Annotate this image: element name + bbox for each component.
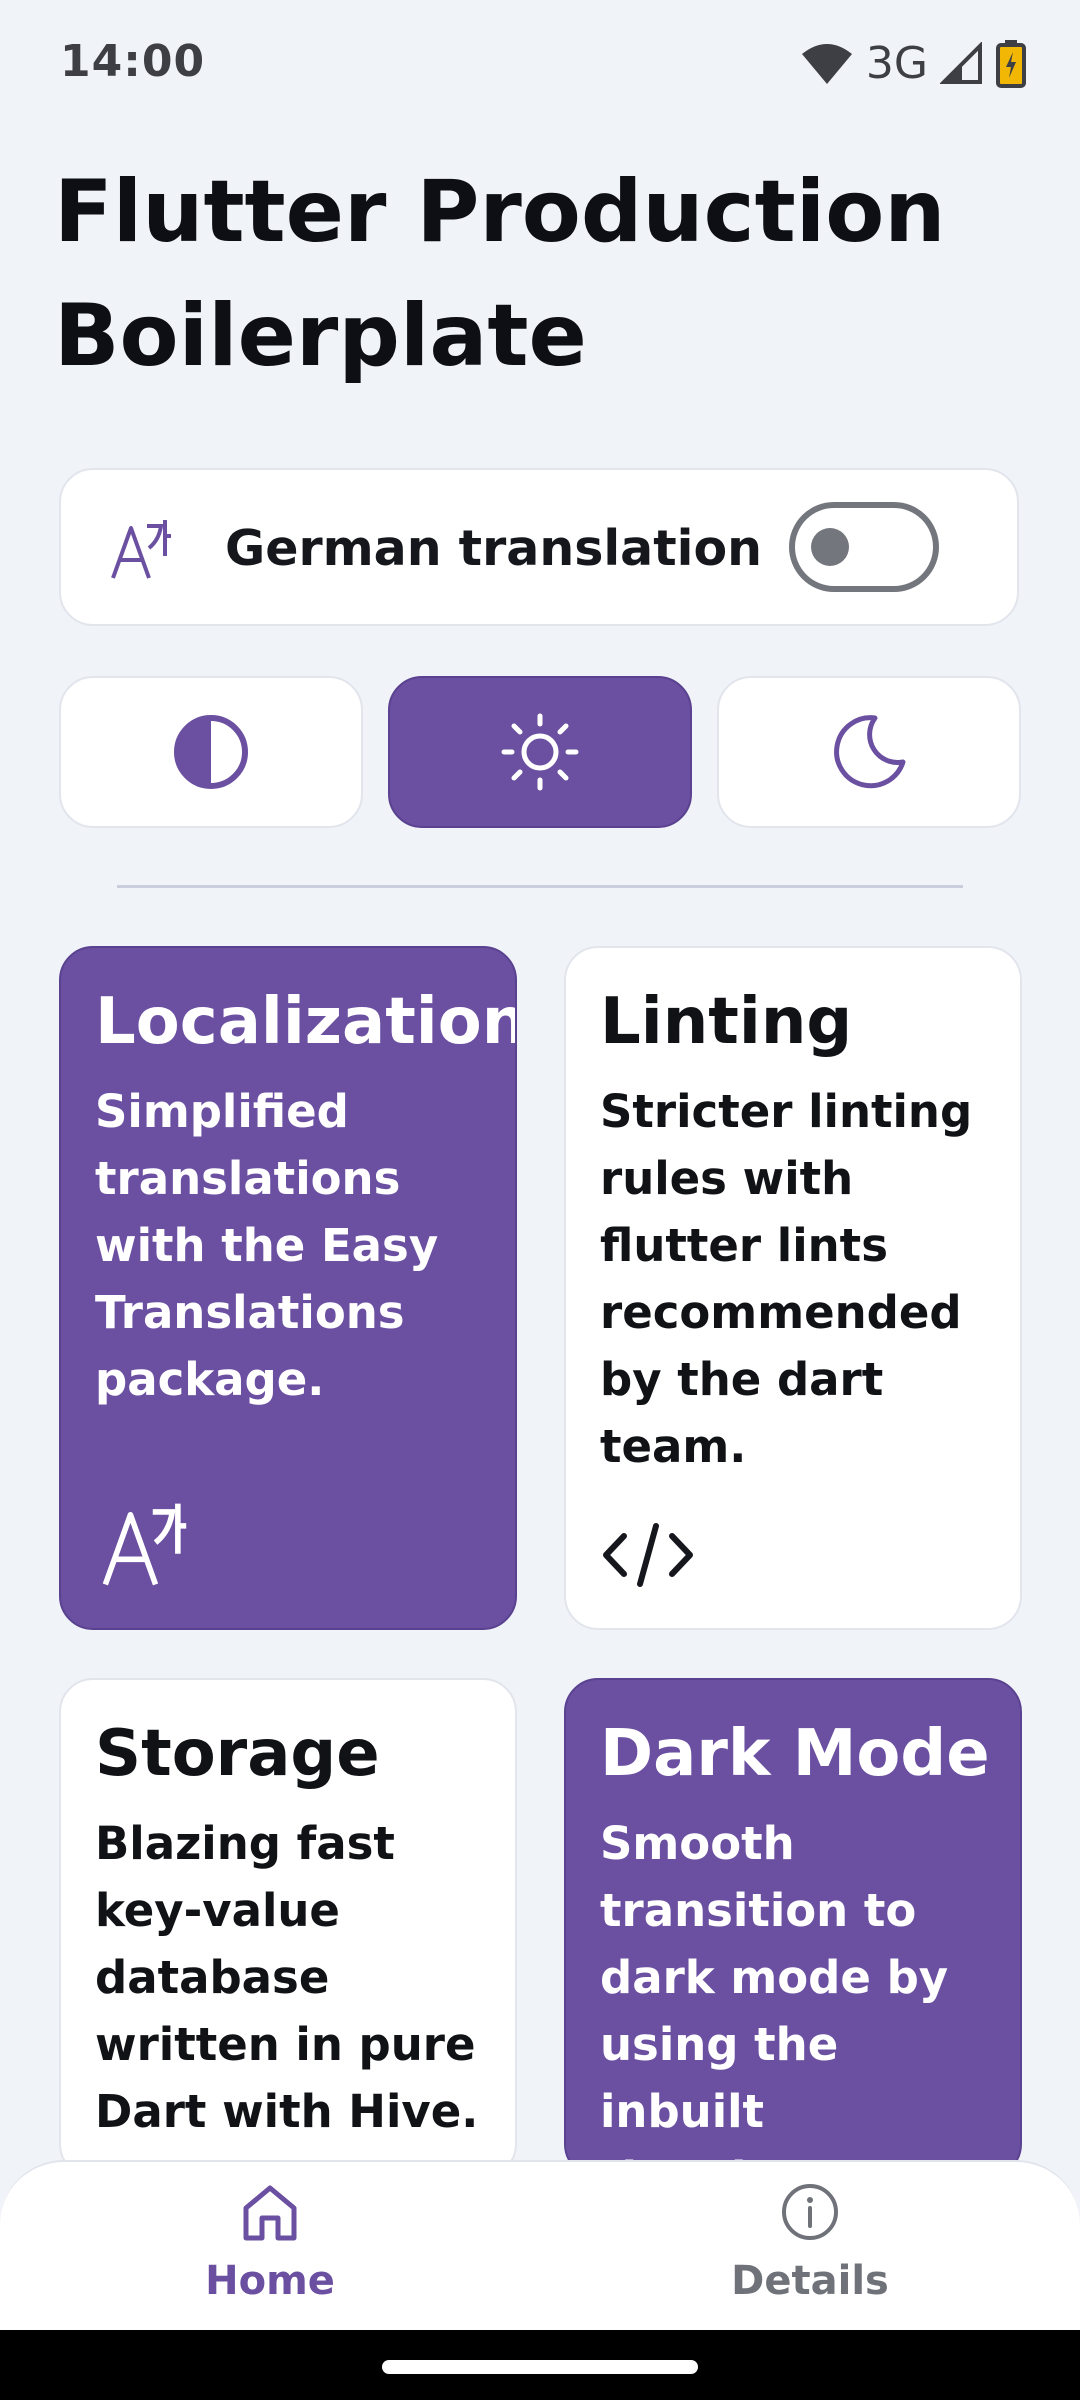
- nav-label-details: Details: [731, 2258, 889, 2304]
- theme-dark-button[interactable]: [717, 676, 1021, 828]
- language-switch[interactable]: [789, 502, 939, 592]
- nav-label-home: Home: [205, 2258, 335, 2304]
- card-text: Stricter linting rules with flutter lint…: [600, 1085, 973, 1473]
- network-type: 3G: [865, 38, 928, 89]
- feature-card-linting[interactable]: Linting Stricter linting rules with flut…: [564, 946, 1022, 1630]
- status-icons: 3G: [800, 38, 1026, 89]
- section-divider: [117, 885, 963, 888]
- moon-icon: [834, 715, 906, 789]
- card-title: Linting: [600, 985, 853, 1059]
- wifi-icon: [801, 43, 852, 84]
- info-icon: [782, 2184, 838, 2240]
- theme-light-button[interactable]: [388, 676, 692, 828]
- card-title: Dark Mode: [600, 1717, 990, 1791]
- card-text: Blazing fast key-value database written …: [95, 1817, 479, 2138]
- language-label: German translation: [225, 520, 763, 577]
- feature-card-dark-mode[interactable]: Dark Mode Smooth transition to dark mode…: [564, 1678, 1022, 2178]
- bottom-navigation: Home Details: [0, 2160, 1080, 2330]
- card-title: Storage: [95, 1717, 380, 1791]
- nav-item-details[interactable]: Details: [660, 2180, 960, 2304]
- switch-knob: [811, 528, 849, 566]
- system-nav-bar: [0, 2330, 1080, 2400]
- home-icon: [243, 2185, 297, 2241]
- sun-icon: [501, 713, 579, 791]
- feature-card-storage[interactable]: Storage Blazing fast key-value database …: [59, 1678, 517, 2178]
- translate-icon: [102, 1503, 187, 1586]
- theme-system-button[interactable]: [59, 676, 363, 828]
- status-time: 14:00: [60, 36, 206, 87]
- language-toggle-card[interactable]: German translation: [59, 468, 1019, 626]
- status-bar: 14:00 3G: [0, 0, 1080, 130]
- page-title: Flutter Production Boilerplate: [54, 162, 946, 386]
- battery-icon: [996, 39, 1026, 88]
- nav-item-home[interactable]: Home: [120, 2180, 420, 2304]
- feature-card-localization[interactable]: Localization Simplified translations wit…: [59, 946, 517, 1630]
- translate-icon: [111, 520, 171, 579]
- code-icon: [603, 1523, 693, 1587]
- signal-icon: [940, 41, 982, 84]
- home-gesture-handle[interactable]: [382, 2360, 698, 2374]
- contrast-icon: [174, 715, 248, 789]
- card-text: Smooth transition to dark mode by using …: [600, 1817, 949, 2176]
- card-title: Localization: [95, 985, 517, 1059]
- card-text: Simplified translations with the Easy Tr…: [95, 1085, 439, 1406]
